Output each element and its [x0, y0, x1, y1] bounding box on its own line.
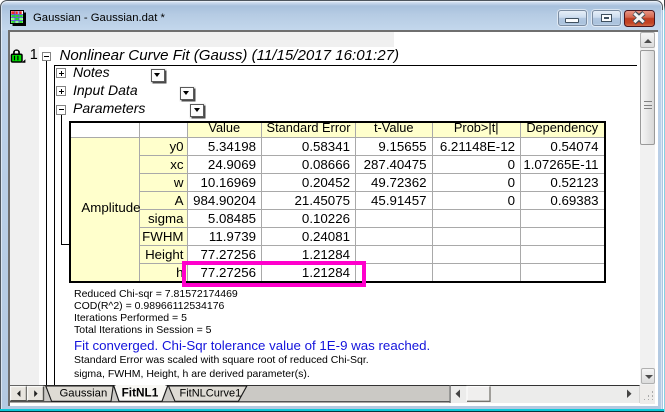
svg-text:FitNL1: FitNL1	[122, 386, 159, 400]
svg-text:Gaussian: Gaussian	[60, 388, 108, 400]
svg-text:FitNLCurve1: FitNLCurve1	[180, 388, 242, 400]
